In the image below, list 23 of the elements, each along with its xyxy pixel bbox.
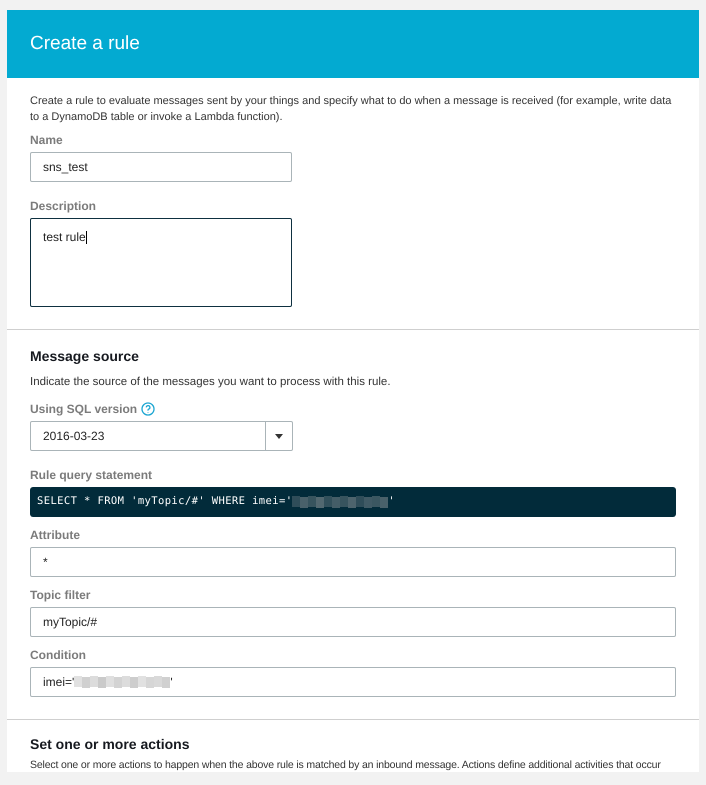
field-label: Description [30, 198, 96, 215]
field-label: Name [30, 132, 63, 149]
text-field[interactable]: imei=' ' [30, 667, 676, 698]
description-field[interactable]: test rule [30, 218, 292, 307]
version-select[interactable]: 2016-03-23 [30, 421, 293, 452]
field-label: Condition [30, 647, 86, 664]
text-cursor [86, 231, 87, 244]
page-title: Create a rule [30, 32, 140, 56]
section-heading: Set one or more actions [30, 735, 190, 754]
field-label: Rule query statement [30, 467, 152, 484]
section-text: Indicate the source of the messages you want to process with this rule. [30, 375, 392, 390]
field-label: Using SQL version [30, 401, 138, 418]
text-field[interactable]: myTopic/# [30, 607, 676, 638]
name-field[interactable]: sns_test [30, 152, 292, 182]
section-text: Select one or more actions to happen when the above rule is matched by an inbound message. Actions define additional activities that occur [30, 758, 661, 772]
caret-icon [275, 434, 283, 439]
field-label: Topic filter [30, 587, 90, 604]
intro-text: Create a rule to evaluate messages sent by your things and specify what to do when a message is received (for example, write data to a DynamoDB table or invoke a Lambda function). [30, 94, 672, 125]
section-heading: Message source [30, 347, 140, 366]
field-label: Attribute [30, 527, 80, 544]
query-statement: SELECT * FROM 'myTopic/#' WHERE imei=' ' [30, 487, 676, 518]
text-field[interactable]: * [30, 547, 676, 578]
help-icon[interactable] [141, 402, 156, 416]
